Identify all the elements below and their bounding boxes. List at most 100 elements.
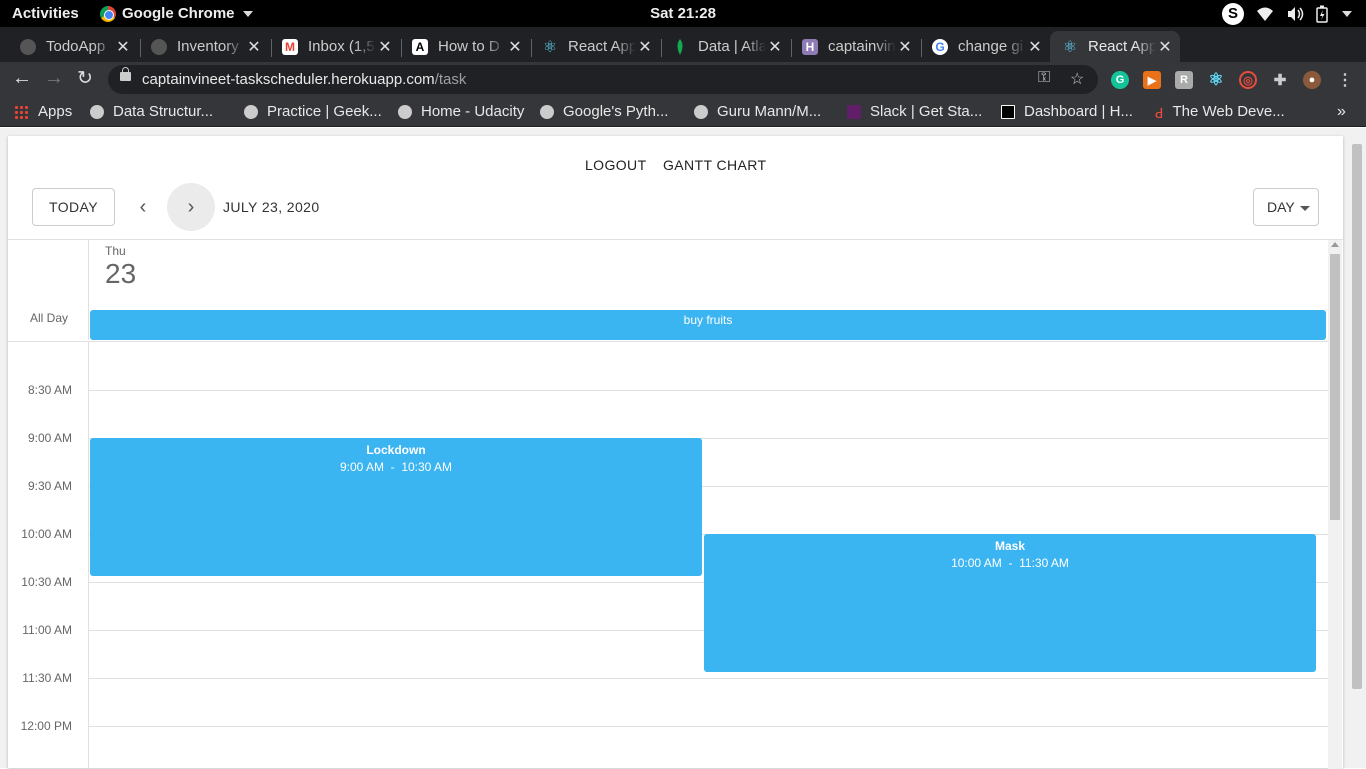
- tab-how-to[interactable]: A How to D ✕: [400, 31, 530, 62]
- close-icon[interactable]: ✕: [506, 37, 524, 57]
- tab-google-search[interactable]: G change gi ✕: [920, 31, 1050, 62]
- view-select[interactable]: DAY: [1253, 188, 1319, 226]
- grid-line: [88, 678, 1328, 679]
- page-scrollbar-thumb[interactable]: [1352, 144, 1362, 689]
- view-select-value: DAY: [1267, 199, 1295, 215]
- star-icon[interactable]: ☆: [1070, 69, 1084, 89]
- tab-atlas[interactable]: Data | Atla ✕: [660, 31, 790, 62]
- bookmark-item[interactable]: Dashboard | H...: [1001, 103, 1133, 120]
- bookmark-item[interactable]: Data Structur...: [90, 103, 213, 120]
- gantt-chart-link[interactable]: GANTT CHART: [663, 157, 766, 173]
- power-menu-icon[interactable]: [1342, 11, 1352, 17]
- time-label: 9:00 AM: [27, 431, 72, 445]
- app-menu[interactable]: Google Chrome: [100, 5, 253, 22]
- tab-react-app[interactable]: ⚛ React App ✕: [530, 31, 660, 62]
- volume-icon[interactable]: [1286, 6, 1304, 22]
- close-icon[interactable]: ✕: [896, 37, 914, 57]
- key-icon[interactable]: ⚿: [1038, 69, 1050, 87]
- bookmarks-overflow-icon[interactable]: »: [1337, 103, 1346, 121]
- close-icon[interactable]: ✕: [245, 37, 263, 57]
- next-day-button[interactable]: ›: [167, 183, 215, 231]
- url-text[interactable]: captainvineet-taskscheduler.herokuapp.co…: [142, 71, 466, 88]
- skype-icon[interactable]: S: [1222, 3, 1244, 25]
- event-time: 10:00 AM - 11:30 AM: [951, 556, 1069, 570]
- scheduler-card: LOGOUT GANTT CHART TODAY ‹ › JULY 23, 20…: [8, 136, 1343, 769]
- back-icon[interactable]: ←: [12, 67, 32, 90]
- day-number[interactable]: 23: [105, 258, 136, 290]
- time-grid[interactable]: 8:30 AM 9:00 AM 9:30 AM 10:00 AM 10:30 A…: [8, 342, 1328, 769]
- url-path: /task: [434, 71, 467, 88]
- globe-icon: [398, 104, 412, 119]
- time-label: 11:30 AM: [22, 671, 72, 685]
- bookmark-item[interactable]: ꓒ The Web Deve...: [1155, 103, 1285, 121]
- tab-title: Inbox (1,5: [308, 38, 375, 55]
- tab-title: Inventory: [177, 38, 239, 55]
- bookmark-label: Home - Udacity: [421, 103, 525, 120]
- day-view: Thu 23 All Day buy fruits 8:30 AM 9:00 A…: [8, 239, 1343, 769]
- tab-inventory[interactable]: Inventory ✕: [139, 31, 269, 62]
- tab-strip: TodoApp ✕ Inventory ✕ M Inbox (1,5 ✕ A H…: [0, 27, 1366, 83]
- tab-title: React App: [568, 38, 636, 55]
- bookmark-label: Slack | Get Sta...: [870, 103, 983, 120]
- bookmark-item[interactable]: Practice | Geek...: [244, 103, 382, 120]
- battery-icon[interactable]: [1316, 5, 1328, 23]
- bookmarks-bar: Apps Data Structur... Practice | Geek...…: [0, 97, 1366, 127]
- scheduler-scrollbar[interactable]: [1328, 240, 1342, 769]
- all-day-event[interactable]: buy fruits: [90, 310, 1326, 340]
- bookmark-item[interactable]: Slack | Get Sta...: [847, 103, 982, 120]
- tab-heroku[interactable]: H captainvin ✕: [790, 31, 920, 62]
- bookmark-item[interactable]: Home - Udacity: [398, 103, 524, 120]
- tab-inbox[interactable]: M Inbox (1,5 ✕: [270, 31, 400, 62]
- globe-icon: [90, 104, 104, 119]
- udemy-icon: ꓒ: [1155, 104, 1164, 121]
- bookmark-apps[interactable]: Apps: [14, 103, 72, 120]
- close-icon[interactable]: ✕: [1156, 37, 1174, 57]
- event-mask[interactable]: Mask 10:00 AM - 11:30 AM: [704, 534, 1316, 672]
- lock-icon[interactable]: [120, 67, 131, 81]
- close-icon[interactable]: ✕: [766, 37, 784, 57]
- wifi-icon[interactable]: [1256, 6, 1274, 22]
- url-host: captainvineet-taskscheduler.herokuapp.co…: [142, 71, 435, 88]
- scrollbar-thumb[interactable]: [1330, 254, 1340, 520]
- system-tray[interactable]: S: [1222, 3, 1352, 25]
- google-icon: G: [932, 38, 948, 55]
- bookmark-label: The Web Deve...: [1172, 103, 1285, 120]
- bookmark-item[interactable]: Guru Mann/M...: [694, 103, 821, 120]
- scroll-up-icon[interactable]: [1331, 242, 1339, 247]
- prev-day-button[interactable]: ‹: [119, 183, 167, 231]
- tab-todoapp[interactable]: TodoApp ✕: [8, 31, 138, 62]
- tab-title: How to D: [438, 38, 500, 55]
- globe-icon: [244, 104, 258, 119]
- event-lockdown[interactable]: Lockdown 9:00 AM - 10:30 AM: [90, 438, 702, 576]
- gmail-icon: M: [282, 38, 298, 55]
- forward-icon[interactable]: →: [44, 67, 64, 90]
- extension-icon[interactable]: ▶: [1143, 71, 1161, 89]
- puzzle-icon[interactable]: ✚: [1271, 71, 1289, 89]
- close-icon[interactable]: ✕: [636, 37, 654, 57]
- github-icon: [20, 38, 36, 55]
- close-icon[interactable]: ✕: [376, 37, 394, 57]
- all-day-label: All Day: [30, 311, 69, 325]
- react-devtools-icon[interactable]: ⚛: [1207, 70, 1225, 89]
- address-bar[interactable]: captainvineet-taskscheduler.herokuapp.co…: [108, 65, 1098, 94]
- grammarly-icon[interactable]: G: [1111, 71, 1129, 89]
- today-button[interactable]: TODAY: [32, 188, 115, 226]
- apps-icon: [14, 104, 28, 119]
- logout-link[interactable]: LOGOUT: [585, 157, 647, 173]
- reload-icon[interactable]: ↻: [77, 67, 93, 90]
- bookmark-label: Data Structur...: [113, 103, 214, 120]
- extension-circle-icon[interactable]: ◎: [1239, 71, 1257, 89]
- more-menu-icon[interactable]: ⋮: [1336, 71, 1354, 89]
- current-date-label[interactable]: JULY 23, 2020: [223, 199, 320, 215]
- close-icon[interactable]: ✕: [1026, 37, 1044, 57]
- bookmark-label: Google's Pyth...: [563, 103, 669, 120]
- profile-avatar[interactable]: ●: [1303, 71, 1321, 89]
- close-icon[interactable]: ✕: [114, 37, 132, 57]
- tab-react-app-active[interactable]: ⚛ React App ✕: [1050, 31, 1180, 62]
- extension-r-icon[interactable]: R: [1175, 71, 1193, 89]
- bookmark-item[interactable]: Google's Pyth...: [540, 103, 668, 120]
- activities-button[interactable]: Activities: [12, 5, 79, 22]
- time-label: 11:00 AM: [22, 623, 72, 637]
- chevron-left-icon: ‹: [139, 195, 147, 218]
- slack-icon: [847, 104, 861, 119]
